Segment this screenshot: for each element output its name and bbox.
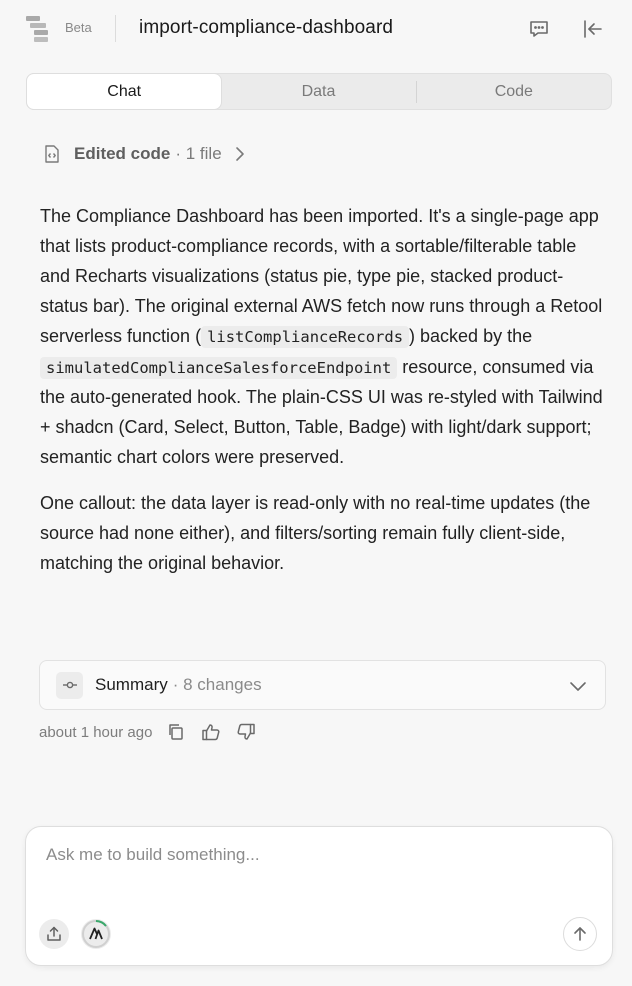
code-file-icon — [42, 144, 62, 164]
collapse-panel-icon[interactable] — [582, 18, 604, 40]
assistant-message: The Compliance Dashboard has been import… — [40, 202, 608, 595]
chat-bubble-icon[interactable] — [528, 18, 550, 40]
upload-button[interactable] — [39, 919, 69, 949]
chat-input[interactable] — [46, 845, 586, 905]
summary-accordion[interactable]: Summary · 8 changes — [39, 660, 606, 710]
beta-badge: Beta — [65, 20, 92, 35]
copy-icon[interactable] — [166, 722, 186, 742]
header-divider — [115, 15, 116, 42]
message-meta: about 1 hour ago — [39, 720, 271, 744]
logo-icon — [26, 16, 50, 42]
inline-code-function: listComplianceRecords — [201, 325, 410, 348]
model-logo-icon — [82, 920, 110, 948]
message-paragraph-1: The Compliance Dashboard has been import… — [40, 206, 603, 468]
summary-change-count: · 8 changes — [172, 675, 262, 694]
message-timestamp: about 1 hour ago — [39, 723, 153, 741]
chat-composer — [25, 826, 613, 966]
edited-code-label: Edited code — [74, 144, 171, 163]
tab-code[interactable]: Code — [417, 74, 611, 109]
chevron-right-icon — [232, 146, 248, 162]
view-tabs: Chat Data Code — [26, 73, 612, 110]
model-selector-button[interactable] — [81, 919, 111, 949]
upload-icon — [47, 926, 61, 941]
commit-icon — [56, 671, 83, 699]
app-header: Beta import-compliance-dashboard — [0, 0, 632, 58]
project-title[interactable]: import-compliance-dashboard — [139, 17, 393, 39]
message-paragraph-2: One callout: the data layer is read-only… — [40, 493, 591, 573]
inline-code-resource: simulatedComplianceSalesforceEndpoint — [40, 356, 398, 379]
thumbs-up-icon[interactable] — [201, 722, 221, 742]
tab-chat[interactable]: Chat — [27, 74, 222, 109]
tab-data[interactable]: Data — [221, 74, 415, 109]
chevron-down-icon — [569, 677, 587, 695]
edited-file-count: · 1 file — [175, 144, 222, 163]
arrow-up-icon — [574, 927, 586, 941]
send-button[interactable] — [563, 917, 597, 951]
edited-code-row[interactable]: Edited code · 1 file — [42, 142, 248, 166]
summary-label: Summary — [95, 675, 168, 694]
thumbs-down-icon[interactable] — [236, 722, 256, 742]
